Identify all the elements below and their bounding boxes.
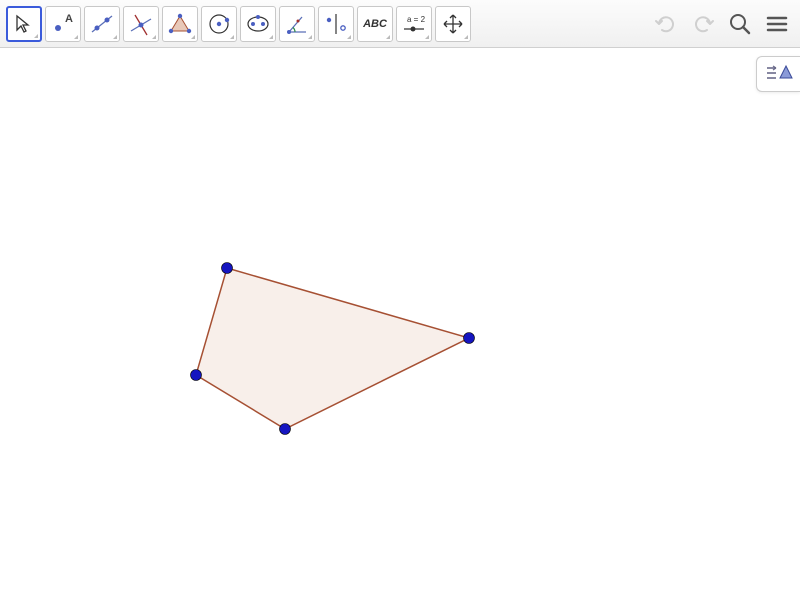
redo-icon (690, 11, 716, 37)
text-icon: ABC (363, 18, 387, 30)
tool-ellipse[interactable] (240, 6, 276, 42)
polygon-shape[interactable] (196, 268, 469, 429)
vertex-point[interactable] (464, 333, 475, 344)
svg-text:a = 2: a = 2 (407, 15, 426, 24)
ellipse-icon (245, 11, 271, 37)
properties-panel-toggle[interactable] (756, 56, 800, 92)
graphics-view[interactable] (0, 48, 800, 600)
geometry-canvas (0, 48, 800, 600)
polygon-icon (167, 11, 193, 37)
vertex-point[interactable] (280, 424, 291, 435)
properties-icon (764, 62, 794, 86)
undo-button[interactable] (649, 7, 683, 41)
tool-move[interactable] (6, 6, 42, 42)
tool-point[interactable]: A (45, 6, 81, 42)
vertex-point[interactable] (191, 370, 202, 381)
reflect-icon (323, 11, 349, 37)
tool-text[interactable]: ABC (357, 6, 393, 42)
circle-center-icon (206, 11, 232, 37)
svg-text:A: A (65, 13, 73, 25)
tool-reflect[interactable] (318, 6, 354, 42)
search-button[interactable] (723, 7, 757, 41)
tool-circle-center[interactable] (201, 6, 237, 42)
menu-button[interactable] (760, 7, 794, 41)
tool-move-graphics[interactable] (435, 6, 471, 42)
point-icon: A (50, 11, 76, 37)
move-graphics-icon (442, 13, 464, 35)
angle-icon (284, 11, 310, 37)
hamburger-icon (764, 11, 790, 37)
redo-button[interactable] (686, 7, 720, 41)
tool-polygon[interactable] (162, 6, 198, 42)
tool-perpendicular[interactable] (123, 6, 159, 42)
search-icon (727, 11, 753, 37)
undo-icon (653, 11, 679, 37)
perpendicular-icon (128, 11, 154, 37)
cursor-icon (13, 13, 35, 35)
vertex-point[interactable] (222, 263, 233, 274)
tool-line[interactable] (84, 6, 120, 42)
toolbar: A (0, 0, 800, 48)
line-icon (89, 11, 115, 37)
tool-slider[interactable]: a = 2 (396, 6, 432, 42)
tool-angle[interactable] (279, 6, 315, 42)
slider-icon: a = 2 (399, 11, 429, 37)
